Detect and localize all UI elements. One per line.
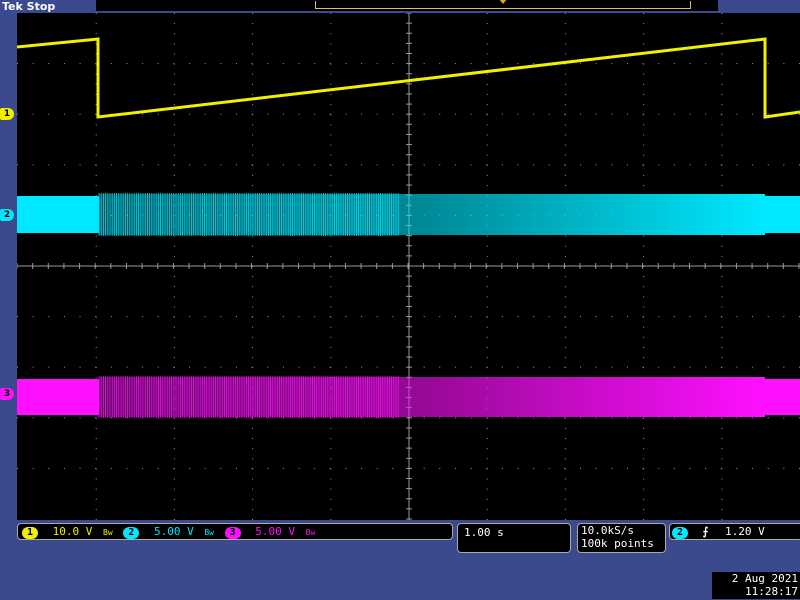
sample-rate: 10.0kS/s xyxy=(581,524,634,537)
waveform-display xyxy=(16,12,800,520)
record-length: 100k points xyxy=(581,537,654,550)
ch1-scale[interactable]: 10.0 V xyxy=(53,525,93,538)
date: 2 Aug 2021 xyxy=(731,572,798,585)
ch2-waveform xyxy=(17,193,800,236)
acquisition-status: Tek Stop xyxy=(2,0,56,13)
record-view-bar[interactable] xyxy=(96,0,718,11)
ch3-waveform xyxy=(17,376,800,418)
ch1-bandwidth-limit-icon: Bw xyxy=(103,528,113,537)
ch3-label[interactable]: 3 xyxy=(224,527,241,539)
ch2-label[interactable]: 2 xyxy=(123,527,140,539)
rising-edge-icon: ⨍ xyxy=(702,525,709,538)
channel-scale-panel[interactable]: 1 10.0 V Bw 2 5.00 V Bw 3 5.00 V Bw xyxy=(17,523,453,540)
date-time: 2 Aug 2021 11:28:17 xyxy=(712,572,800,599)
graticule xyxy=(16,12,800,520)
ch2-marker[interactable]: 2 xyxy=(0,209,14,221)
ch3-bandwidth-limit-icon: Bw xyxy=(305,528,316,537)
ch2-scale[interactable]: 5.00 V xyxy=(154,525,194,538)
top-status-bar: Tek Stop xyxy=(0,0,800,13)
ch3-scale[interactable]: 5.00 V xyxy=(255,525,295,538)
trigger-level[interactable]: 1.20 V xyxy=(725,525,765,538)
ch1-label[interactable]: 1 xyxy=(22,527,39,539)
trigger-position-icon[interactable] xyxy=(499,0,507,4)
oscilloscope-screen xyxy=(16,12,800,520)
ch1-marker[interactable]: 1 xyxy=(0,108,14,120)
trigger-panel[interactable]: 2 ⨍ 1.20 V xyxy=(669,523,800,540)
time: 11:28:17 xyxy=(745,585,798,598)
ch2-bandwidth-limit-icon: Bw xyxy=(204,528,214,537)
timebase-panel[interactable]: 1.00 s xyxy=(457,523,571,553)
horizontal-scale[interactable]: 1.00 s xyxy=(458,524,570,541)
ch3-marker[interactable]: 3 xyxy=(0,388,14,400)
acquisition-panel[interactable]: 10.0kS/s 100k points xyxy=(577,523,666,553)
trigger-source[interactable]: 2 xyxy=(672,527,689,539)
